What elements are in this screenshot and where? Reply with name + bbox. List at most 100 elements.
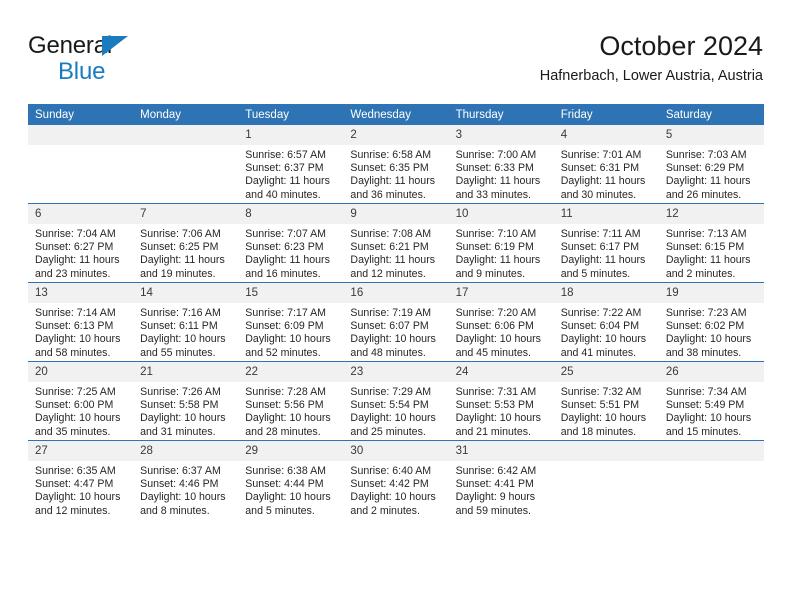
sunset-time: Sunset: 5:56 PM xyxy=(245,399,324,412)
sunrise-time: Sunrise: 7:08 AM xyxy=(350,228,432,240)
sunrise-time: Sunrise: 7:00 AM xyxy=(455,149,537,161)
sunrise-time: Sunrise: 6:35 AM xyxy=(35,465,116,477)
calendar-day-cell[interactable]: 5 Sunrise: 7:03 AM Sunset: 6:29 PM Daylight… xyxy=(658,125,764,204)
calendar-day-cell[interactable]: 13 Sunrise: 7:14 AM Sunset: 6:13 PM Dayligh… xyxy=(28,282,134,362)
calendar-day-cell[interactable]: 2 Sunrise: 6:58 AM Sunset: 6:35 PM Daylight… xyxy=(343,125,449,204)
sunrise-time: Sunrise: 7:26 AM xyxy=(140,386,221,398)
calendar-week-row: 6 Sunrise: 7:04 AM Sunset: 6:27 PM Daylight… xyxy=(28,203,764,283)
calendar-day-cell[interactable]: 18 Sunrise: 7:22 AM Sunset: 6:04 PM Dayligh… xyxy=(553,282,659,362)
day-number xyxy=(133,125,239,145)
day-details: Sunrise: 6:42 AM Sunset: 4:41 PM Daylight:… xyxy=(449,461,554,518)
calendar-day-cell[interactable]: 6 Sunrise: 7:04 AM Sunset: 6:27 PM Daylight… xyxy=(28,203,134,283)
day-details: Sunrise: 7:25 AM Sunset: 6:00 PM Daylight:… xyxy=(28,382,133,439)
calendar-day-cell[interactable]: 3 Sunrise: 7:00 AM Sunset: 6:33 PM Daylight… xyxy=(448,125,554,204)
day-number: 1 xyxy=(238,125,344,145)
calendar-day-cell[interactable]: 20 Sunrise: 7:25 AM Sunset: 6:00 PM Dayligh… xyxy=(28,361,134,441)
sunrise-time: Sunrise: 6:42 AM xyxy=(455,465,537,477)
daylight-duration-line2: and 19 minutes. xyxy=(140,267,216,280)
daylight-duration-line1: Daylight: 11 hours xyxy=(560,175,646,188)
calendar-day-cell[interactable]: 4 Sunrise: 7:01 AM Sunset: 6:31 PM Daylight… xyxy=(553,125,659,204)
day-number xyxy=(658,441,764,461)
sunset-time: Sunset: 6:33 PM xyxy=(455,162,534,175)
calendar-day-cell[interactable]: 26 Sunrise: 7:34 AM Sunset: 5:49 PM Dayligh… xyxy=(658,361,764,441)
daylight-duration-line2: and 59 minutes. xyxy=(455,504,531,517)
daylight-duration-line1: Daylight: 10 hours xyxy=(35,412,121,425)
day-number: 17 xyxy=(448,283,554,303)
day-number: 30 xyxy=(343,441,449,461)
calendar-day-cell[interactable]: 17 Sunrise: 7:20 AM Sunset: 6:06 PM Dayligh… xyxy=(448,282,554,362)
calendar-day-cell[interactable]: 12 Sunrise: 7:13 AM Sunset: 6:15 PM Dayligh… xyxy=(658,203,764,283)
daylight-duration-line2: and 23 minutes. xyxy=(35,267,111,280)
calendar-day-cell[interactable]: 24 Sunrise: 7:31 AM Sunset: 5:53 PM Dayligh… xyxy=(448,361,554,441)
calendar-day-cell[interactable]: 27 Sunrise: 6:35 AM Sunset: 4:47 PM Dayligh… xyxy=(28,440,134,519)
day-number: 19 xyxy=(658,283,764,303)
triangle-icon xyxy=(102,36,128,56)
day-number xyxy=(28,125,134,145)
daylight-duration-line2: and 55 minutes. xyxy=(140,346,216,359)
calendar-day-cell[interactable]: 10 Sunrise: 7:10 AM Sunset: 6:19 PM Dayligh… xyxy=(448,203,554,283)
sunrise-time: Sunrise: 7:07 AM xyxy=(245,228,326,240)
daylight-duration-line1: Daylight: 9 hours xyxy=(455,491,536,504)
calendar-day-cell[interactable]: 29 Sunrise: 6:38 AM Sunset: 4:44 PM Dayligh… xyxy=(238,440,344,519)
daylight-duration-line2: and 48 minutes. xyxy=(350,346,426,359)
day-details: Sunrise: 7:11 AM Sunset: 6:17 PM Daylight:… xyxy=(554,224,659,281)
day-details: Sunrise: 7:13 AM Sunset: 6:15 PM Daylight:… xyxy=(659,224,764,281)
daylight-duration-line2: and 15 minutes. xyxy=(665,425,742,438)
calendar-day-cell[interactable]: 28 Sunrise: 6:37 AM Sunset: 4:46 PM Dayligh… xyxy=(133,440,239,519)
day-details: Sunrise: 6:35 AM Sunset: 4:47 PM Daylight:… xyxy=(28,461,133,518)
calendar-day-cell[interactable]: 14 Sunrise: 7:16 AM Sunset: 6:11 PM Dayligh… xyxy=(133,282,239,362)
sunrise-time: Sunrise: 7:17 AM xyxy=(245,307,326,319)
calendar-day-cell[interactable]: 7 Sunrise: 7:06 AM Sunset: 6:25 PM Daylight… xyxy=(133,203,239,283)
daylight-duration-line2: and 33 minutes. xyxy=(455,188,531,201)
calendar-day-cell[interactable]: 22 Sunrise: 7:28 AM Sunset: 5:56 PM Dayligh… xyxy=(238,361,344,441)
sunset-time: Sunset: 4:46 PM xyxy=(140,478,219,491)
page-header: General Blue October 2024 Hafnerbach, Lo… xyxy=(28,30,763,96)
day-details: Sunrise: 7:22 AM Sunset: 6:04 PM Daylight:… xyxy=(554,303,659,360)
day-number: 18 xyxy=(553,283,659,303)
sunrise-time: Sunrise: 6:57 AM xyxy=(245,149,326,161)
calendar-day-cell[interactable]: 31 Sunrise: 6:42 AM Sunset: 4:41 PM Dayligh… xyxy=(448,440,554,519)
daylight-duration-line2: and 12 minutes. xyxy=(35,504,111,517)
sunrise-time: Sunrise: 7:06 AM xyxy=(140,228,221,240)
calendar-day-cell[interactable]: 23 Sunrise: 7:29 AM Sunset: 5:54 PM Dayligh… xyxy=(343,361,449,441)
calendar-day-cell[interactable]: 16 Sunrise: 7:19 AM Sunset: 6:07 PM Dayligh… xyxy=(343,282,449,362)
calendar-day-cell[interactable]: 30 Sunrise: 6:40 AM Sunset: 4:42 PM Dayligh… xyxy=(343,440,449,519)
sunset-time: Sunset: 6:27 PM xyxy=(35,241,114,254)
daylight-duration-line2: and 25 minutes. xyxy=(350,425,426,438)
daylight-duration-line1: Daylight: 11 hours xyxy=(665,175,751,188)
day-details: Sunrise: 7:14 AM Sunset: 6:13 PM Daylight:… xyxy=(28,303,133,360)
day-details: Sunrise: 7:17 AM Sunset: 6:09 PM Daylight:… xyxy=(238,303,343,360)
day-number: 4 xyxy=(553,125,659,145)
daylight-duration-line1: Daylight: 10 hours xyxy=(140,333,226,346)
sunset-time: Sunset: 6:04 PM xyxy=(560,320,640,333)
calendar-day-cell[interactable]: 15 Sunrise: 7:17 AM Sunset: 6:09 PM Dayligh… xyxy=(238,282,344,362)
sunrise-time: Sunrise: 7:34 AM xyxy=(665,386,747,398)
daylight-duration-line1: Daylight: 11 hours xyxy=(350,175,436,188)
calendar-day-cell-empty xyxy=(553,440,659,519)
sunset-time: Sunset: 5:53 PM xyxy=(455,399,534,412)
calendar-day-cell[interactable]: 21 Sunrise: 7:26 AM Sunset: 5:58 PM Dayligh… xyxy=(133,361,239,441)
calendar-day-cell[interactable]: 8 Sunrise: 7:07 AM Sunset: 6:23 PM Daylight… xyxy=(238,203,344,283)
daylight-duration-line1: Daylight: 10 hours xyxy=(245,333,331,346)
calendar-day-cell[interactable]: 25 Sunrise: 7:32 AM Sunset: 5:51 PM Dayligh… xyxy=(553,361,659,441)
weekday-header-monday: Monday xyxy=(133,104,239,125)
sunrise-time: Sunrise: 7:31 AM xyxy=(455,386,537,398)
day-details: Sunrise: 7:03 AM Sunset: 6:29 PM Daylight:… xyxy=(659,145,764,202)
calendar-day-cell[interactable]: 19 Sunrise: 7:23 AM Sunset: 6:02 PM Dayligh… xyxy=(658,282,764,362)
sunset-time: Sunset: 6:11 PM xyxy=(140,320,218,333)
calendar-day-cell[interactable]: 1 Sunrise: 6:57 AM Sunset: 6:37 PM Daylight… xyxy=(238,125,344,204)
calendar-day-cell-empty xyxy=(133,125,239,204)
sunrise-time: Sunrise: 6:40 AM xyxy=(350,465,432,477)
daylight-duration-line1: Daylight: 10 hours xyxy=(350,491,436,504)
sunrise-time: Sunrise: 6:38 AM xyxy=(245,465,326,477)
sunrise-time: Sunrise: 7:22 AM xyxy=(560,307,642,319)
daylight-duration-line2: and 45 minutes. xyxy=(455,346,531,359)
calendar-week-row: 27 Sunrise: 6:35 AM Sunset: 4:47 PM Dayligh… xyxy=(28,440,764,519)
daylight-duration-line2: and 35 minutes. xyxy=(35,425,111,438)
day-number: 8 xyxy=(238,204,344,224)
sunset-time: Sunset: 4:42 PM xyxy=(350,478,429,491)
calendar-day-cell[interactable]: 11 Sunrise: 7:11 AM Sunset: 6:17 PM Dayligh… xyxy=(553,203,659,283)
calendar-body: 1 Sunrise: 6:57 AM Sunset: 6:37 PM Daylight… xyxy=(28,125,764,519)
day-details: Sunrise: 7:16 AM Sunset: 6:11 PM Daylight:… xyxy=(133,303,238,360)
calendar-day-cell[interactable]: 9 Sunrise: 7:08 AM Sunset: 6:21 PM Daylight… xyxy=(343,203,449,283)
